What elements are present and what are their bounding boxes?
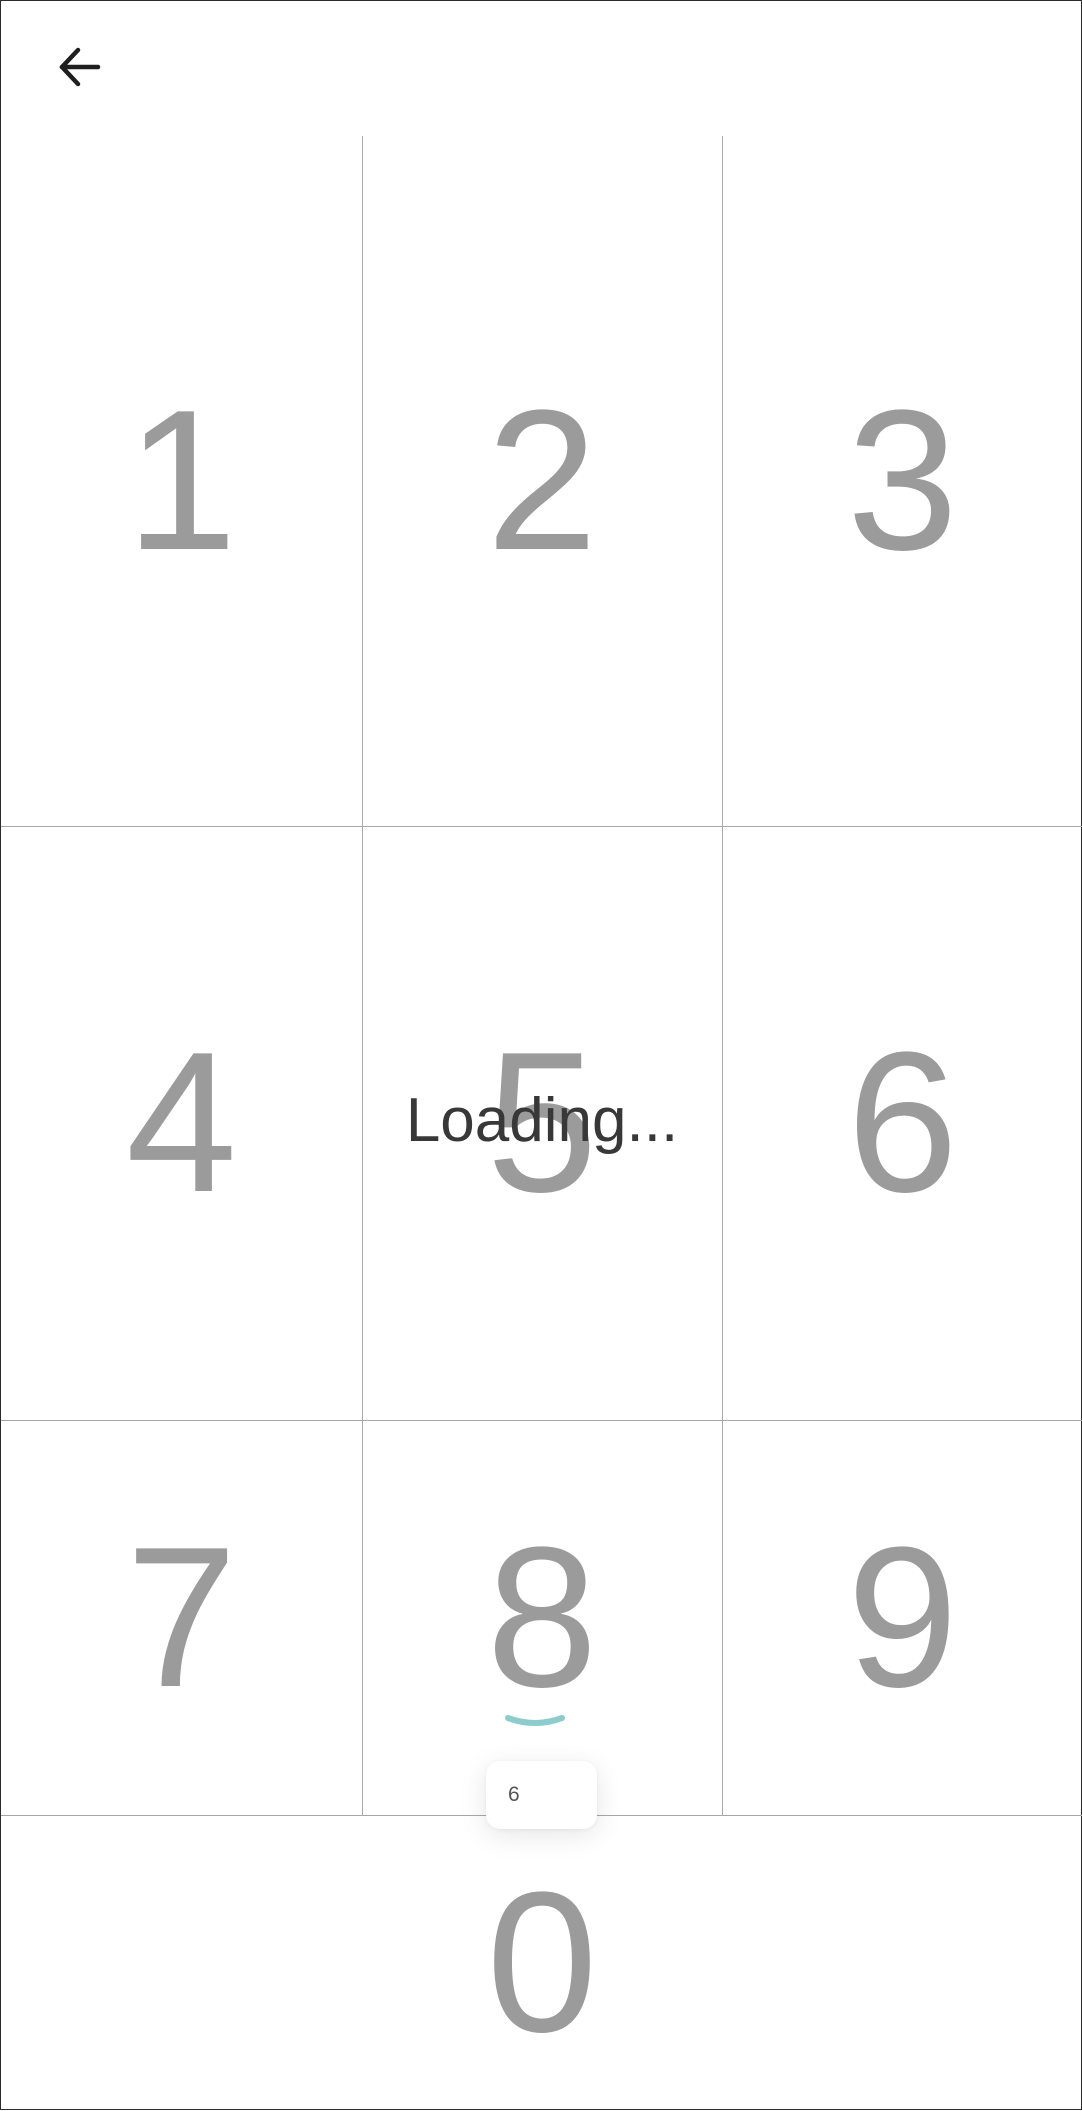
key-1[interactable]: 1 bbox=[1, 136, 362, 826]
key-8[interactable]: 8 bbox=[362, 1420, 722, 1815]
key-9[interactable]: 9 bbox=[722, 1420, 1082, 1815]
value-popup: 6 bbox=[486, 1761, 597, 1829]
key-2[interactable]: 2 bbox=[362, 136, 722, 826]
loading-text: Loading... bbox=[405, 1086, 679, 1155]
selection-indicator bbox=[505, 1715, 565, 1726]
key-3[interactable]: 3 bbox=[722, 136, 1082, 826]
key-7[interactable]: 7 bbox=[1, 1420, 362, 1815]
arrow-left-icon bbox=[59, 47, 101, 87]
key-0[interactable]: 0 bbox=[362, 1815, 722, 2111]
popup-value: 6 bbox=[508, 1783, 520, 1806]
back-button[interactable] bbox=[37, 25, 121, 109]
screen: 1 2 3 4 5 6 7 8 9 0 Loading... 6 bbox=[0, 0, 1082, 2110]
